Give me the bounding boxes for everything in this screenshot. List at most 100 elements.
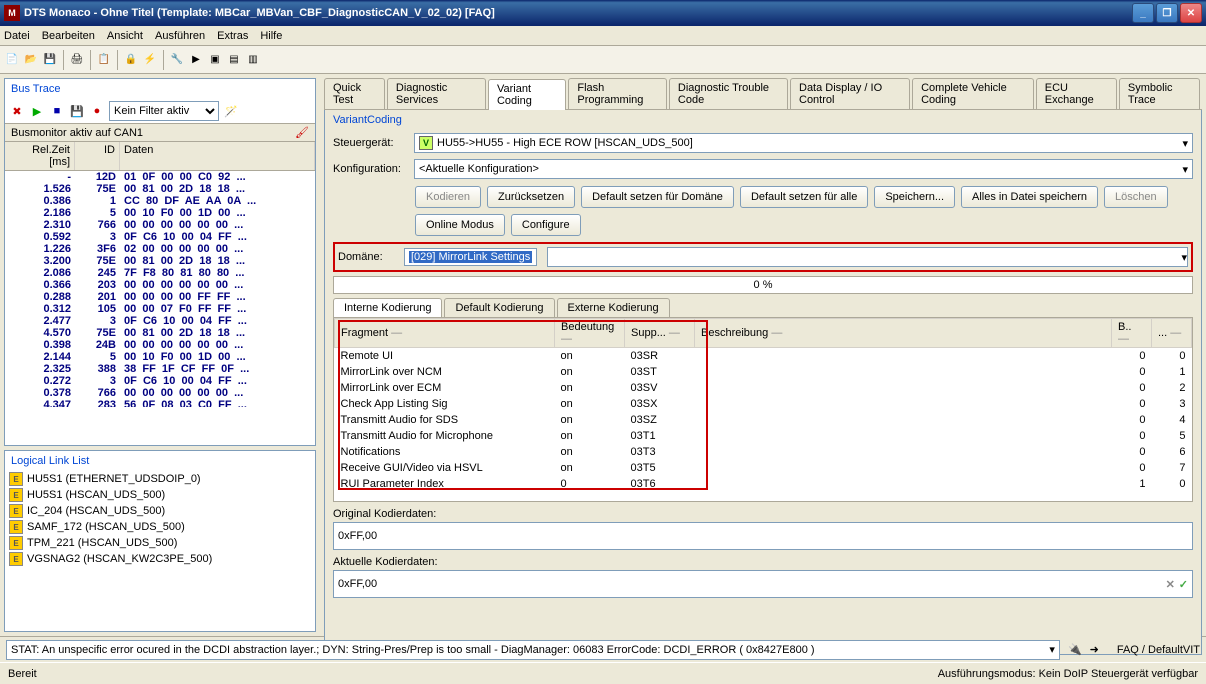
grid-row[interactable]: MirrorLink over ECMon03SV02: [335, 380, 1192, 396]
filter-combo[interactable]: Kein Filter aktiv: [109, 101, 219, 121]
plug-icon[interactable]: 🔌: [1068, 643, 1082, 656]
grid-row[interactable]: Transmitt Audio for Microphoneon03T105: [335, 428, 1192, 444]
domain-combo[interactable]: ▾: [547, 247, 1188, 267]
brush-icon[interactable]: 🖌: [295, 126, 309, 139]
link-item[interactable]: ETPM_221 (HSCAN_UDS_500): [5, 535, 315, 551]
tab-quick-test[interactable]: Quick Test: [324, 78, 385, 109]
tab-data-display-io-control[interactable]: Data Display / IO Control: [790, 78, 910, 109]
tool4-icon[interactable]: ▤: [226, 52, 242, 68]
play-icon[interactable]: ▶: [29, 103, 45, 119]
tab-diagnostic-services[interactable]: Diagnostic Services: [387, 78, 486, 109]
coding-grid[interactable]: Fragment —Bedeutung —Supp... —Beschreibu…: [333, 317, 1193, 502]
trace-row[interactable]: 0.3861CC 80 DF AE AA 0A ...: [5, 195, 315, 207]
status-message-combo[interactable]: STAT: An unspecific error ocured in the …: [6, 640, 1060, 660]
default-domain-button[interactable]: Default setzen für Domäne: [581, 186, 734, 208]
grid-row[interactable]: Receive GUI/Video via HSVLon03T507: [335, 460, 1192, 476]
domain-value[interactable]: [029] MirrorLink Settings: [404, 248, 537, 266]
save-trace-icon[interactable]: 💾: [69, 103, 85, 119]
trace-row[interactable]: 1.52675E00 81 00 2D 18 18 ...: [5, 183, 315, 195]
grid-row[interactable]: Check App Listing Sigon03SX03: [335, 396, 1192, 412]
trace-row[interactable]: 4.34728356 0F 08 03 C0 FF ...: [5, 399, 315, 407]
tab-variant-coding[interactable]: Variant Coding: [488, 79, 566, 110]
inner-tab[interactable]: Interne Kodierung: [333, 298, 442, 317]
grid-row[interactable]: RUI Parameter Index003T610: [335, 476, 1192, 492]
new-icon[interactable]: 📄: [4, 52, 20, 68]
trace-row[interactable]: 0.59230F C6 10 00 04 FF ...: [5, 231, 315, 243]
trace-row[interactable]: 0.28820100 00 00 00 FF FF ...: [5, 291, 315, 303]
print-icon[interactable]: 🖨: [69, 52, 85, 68]
menu-extras[interactable]: Extras: [217, 30, 248, 42]
clear-icon[interactable]: ✖: [9, 103, 25, 119]
grid-row[interactable]: MirrorLink over NCMon03ST01: [335, 364, 1192, 380]
lock-icon[interactable]: 🔒: [123, 52, 139, 68]
link-item[interactable]: EHU5S1 (HSCAN_UDS_500): [5, 487, 315, 503]
link-item[interactable]: EIC_204 (HSCAN_UDS_500): [5, 503, 315, 519]
trace-row[interactable]: 0.36620300 00 00 00 00 00 ...: [5, 279, 315, 291]
steuergerat-combo[interactable]: V HU55->HU55 - High ECE ROW [HSCAN_UDS_5…: [414, 133, 1193, 153]
link-list[interactable]: EHU5S1 (ETHERNET_UDSDOIP_0)EHU5S1 (HSCAN…: [5, 471, 315, 631]
trace-row[interactable]: 0.37876600 00 00 00 00 00 ...: [5, 387, 315, 399]
close-button[interactable]: ✕: [1180, 3, 1202, 23]
menu-hilfe[interactable]: Hilfe: [260, 30, 282, 42]
tool5-icon[interactable]: ▥: [245, 52, 261, 68]
menu-bearbeiten[interactable]: Bearbeiten: [42, 30, 95, 42]
trace-row[interactable]: 2.47730F C6 10 00 04 FF ...: [5, 315, 315, 327]
tool3-icon[interactable]: ▣: [207, 52, 223, 68]
trace-row[interactable]: 2.31076600 00 00 00 00 00 ...: [5, 219, 315, 231]
trace-row[interactable]: 2.32538838 FF 1F CF FF 0F ...: [5, 363, 315, 375]
tab-flash-programming[interactable]: Flash Programming: [568, 78, 667, 109]
inner-tab[interactable]: Default Kodierung: [444, 298, 554, 317]
grid-row[interactable]: Notificationson03T306: [335, 444, 1192, 460]
grid-row[interactable]: Remote UIon03SR00: [335, 348, 1192, 365]
alles-speichern-button[interactable]: Alles in Datei speichern: [961, 186, 1098, 208]
loeschen-button[interactable]: Löschen: [1104, 186, 1168, 208]
online-modus-button[interactable]: Online Modus: [415, 214, 505, 236]
tab-ecu-exchange[interactable]: ECU Exchange: [1036, 78, 1117, 109]
wand-icon[interactable]: 🪄: [223, 103, 239, 119]
arrow-icon[interactable]: ➜: [1090, 643, 1099, 656]
save-icon[interactable]: 💾: [42, 52, 58, 68]
menu-ansicht[interactable]: Ansicht: [107, 30, 143, 42]
link-item[interactable]: EVGSNAG2 (HSCAN_KW2C3PE_500): [5, 551, 315, 567]
tab-symbolic-trace[interactable]: Symbolic Trace: [1119, 78, 1200, 109]
trace-row[interactable]: -12D01 0F 00 00 C0 92 ...: [5, 171, 315, 183]
cancel-icon[interactable]: ✕: [1166, 578, 1175, 591]
grid-header[interactable]: ... —: [1152, 319, 1192, 348]
kodieren-button[interactable]: Kodieren: [415, 186, 481, 208]
minimize-button[interactable]: _: [1132, 3, 1154, 23]
zuruecksetzen-button[interactable]: Zurücksetzen: [487, 186, 575, 208]
grid-header[interactable]: B.. —: [1112, 319, 1152, 348]
trace-row[interactable]: 2.144500 10 F0 00 1D 00 ...: [5, 351, 315, 363]
link-item[interactable]: ESAMF_172 (HSCAN_UDS_500): [5, 519, 315, 535]
copy-icon[interactable]: 📋: [96, 52, 112, 68]
konfig-combo[interactable]: <Aktuelle Konfiguration> ▾: [414, 159, 1193, 179]
record-icon[interactable]: ●: [89, 103, 105, 119]
tool2-icon[interactable]: ▶: [188, 52, 204, 68]
trace-row[interactable]: 4.57075E00 81 00 2D 18 18 ...: [5, 327, 315, 339]
tool-icon[interactable]: 🔧: [169, 52, 185, 68]
trace-row[interactable]: 2.0862457F F8 80 81 80 80 ...: [5, 267, 315, 279]
stop-icon[interactable]: ■: [49, 103, 65, 119]
open-icon[interactable]: 📂: [23, 52, 39, 68]
trace-table[interactable]: Rel.Zeit [ms] ID Daten -12D01 0F 00 00 C…: [5, 142, 315, 407]
grid-header[interactable]: Bedeutung —: [555, 319, 625, 348]
inner-tab[interactable]: Externe Kodierung: [557, 298, 670, 317]
link-item[interactable]: EHU5S1 (ETHERNET_UDSDOIP_0): [5, 471, 315, 487]
apply-icon[interactable]: ✓: [1179, 578, 1188, 591]
grid-header[interactable]: Beschreibung —: [695, 319, 1112, 348]
trace-row[interactable]: 0.27230F C6 10 00 04 FF ...: [5, 375, 315, 387]
grid-header[interactable]: Supp... —: [625, 319, 695, 348]
trace-row[interactable]: 3.20075E00 81 00 2D 18 18 ...: [5, 255, 315, 267]
flash-icon[interactable]: ⚡: [142, 52, 158, 68]
grid-header[interactable]: Fragment —: [335, 319, 555, 348]
trace-row[interactable]: 0.39824B00 00 00 00 00 00 ...: [5, 339, 315, 351]
trace-row[interactable]: 2.186500 10 F0 00 1D 00 ...: [5, 207, 315, 219]
configure-button[interactable]: Configure: [511, 214, 581, 236]
trace-row[interactable]: 1.2263F602 00 00 00 00 00 ...: [5, 243, 315, 255]
tab-diagnostic-trouble-code[interactable]: Diagnostic Trouble Code: [669, 78, 788, 109]
menu-datei[interactable]: Datei: [4, 30, 30, 42]
maximize-button[interactable]: ❐: [1156, 3, 1178, 23]
menu-ausfuehren[interactable]: Ausführen: [155, 30, 205, 42]
default-all-button[interactable]: Default setzen für alle: [740, 186, 868, 208]
speichern-button[interactable]: Speichern...: [874, 186, 955, 208]
